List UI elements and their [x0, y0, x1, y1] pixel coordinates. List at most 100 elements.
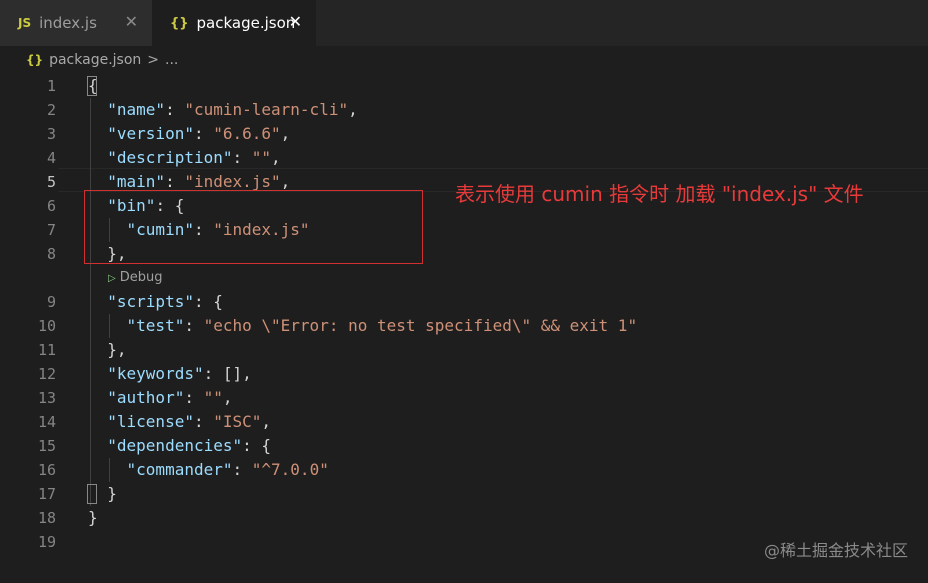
code-text: "commander": "^7.0.0" [88, 458, 329, 482]
javascript-file-icon: JS [18, 16, 32, 30]
json-punctuation [88, 292, 107, 311]
json-punctuation [88, 388, 107, 407]
json-key: "name" [107, 100, 166, 119]
json-punctuation: : [193, 412, 214, 431]
code-line: 1{ [0, 74, 928, 98]
json-punctuation: , [280, 124, 291, 143]
json-punctuation [88, 460, 127, 479]
code-text: "keywords": [], [88, 362, 252, 386]
json-punctuation [88, 148, 107, 167]
codelens-row: ▷ Debug [0, 266, 928, 290]
code-line: 12 "keywords": [], [0, 362, 928, 386]
json-punctuation: : { [193, 292, 223, 311]
json-key: "test" [126, 316, 185, 335]
json-punctuation: : { [242, 436, 272, 455]
json-punctuation: , [348, 100, 358, 119]
line-number: 19 [37, 533, 56, 551]
code-text: }, [88, 338, 126, 362]
json-punctuation: : [165, 172, 185, 191]
play-icon: ▷ [108, 273, 116, 284]
line-number: 12 [37, 365, 56, 383]
code-line: 3 "version": "6.6.6", [0, 122, 928, 146]
code-text: "license": "ISC", [88, 410, 271, 434]
json-punctuation: : [232, 148, 252, 167]
debug-codelens[interactable]: ▷ Debug [108, 266, 162, 291]
code-text: } [88, 482, 117, 506]
close-icon[interactable]: ✕ [289, 12, 302, 31]
line-number: 6 [46, 197, 56, 215]
tab-index-js[interactable]: JS index.js ✕ [0, 0, 152, 46]
json-key: "keywords" [107, 364, 204, 383]
code-line: 10 "test": "echo \"Error: no test specif… [0, 314, 928, 338]
line-number: 13 [37, 389, 56, 407]
annotation-text: 表示使用 cumin 指令时 加载 "index.js" 文件 [455, 182, 864, 206]
json-punctuation: : [165, 100, 185, 119]
line-number: 4 [46, 149, 56, 167]
code-line: 9 "scripts": { [0, 290, 928, 314]
line-number: 8 [46, 245, 56, 263]
json-key: "main" [107, 172, 166, 191]
json-punctuation [88, 364, 107, 383]
line-number: 2 [46, 101, 56, 119]
json-punctuation: , [261, 412, 272, 431]
json-key: "dependencies" [107, 436, 243, 455]
code-text: { [88, 74, 98, 98]
code-text: "dependencies": { [88, 434, 271, 458]
json-key: "license" [107, 412, 194, 431]
json-punctuation [88, 436, 107, 455]
json-string: "^7.0.0" [251, 460, 329, 479]
annotation-highlight-box [84, 190, 423, 264]
chevron-right-icon: > [147, 52, 160, 68]
json-punctuation: : [], [203, 364, 252, 383]
line-number: 9 [46, 293, 56, 311]
line-number: 16 [37, 461, 56, 479]
code-text: "author": "", [88, 386, 233, 410]
json-punctuation: , [222, 388, 233, 407]
code-line: 15 "dependencies": { [0, 434, 928, 458]
breadcrumb-file[interactable]: package.json [49, 52, 141, 68]
json-punctuation [88, 172, 107, 191]
code-text: "name": "cumin-learn-cli", [88, 98, 358, 122]
json-file-icon: {} [26, 53, 44, 67]
json-string: "index.js" [184, 172, 281, 191]
json-punctuation: : [232, 460, 252, 479]
json-punctuation: : [184, 316, 204, 335]
json-key: "scripts" [107, 292, 194, 311]
json-string: "" [251, 148, 272, 167]
json-punctuation: , [271, 148, 281, 167]
code-text: "description": "", [88, 146, 281, 170]
line-number: 17 [37, 485, 56, 503]
debug-label: Debug [119, 270, 163, 285]
line-number: 3 [46, 125, 56, 143]
line-number: 18 [37, 509, 56, 527]
json-punctuation: : [193, 124, 214, 143]
code-editor[interactable]: 1{2 "name": "cumin-learn-cli", 3 "version… [0, 74, 928, 583]
line-number: 5 [46, 173, 56, 191]
json-punctuation [88, 412, 107, 431]
json-string: "ISC" [213, 412, 262, 431]
breadcrumb: {} package.json > ... [0, 46, 928, 74]
tab-package-json[interactable]: {} package.json ✕ [152, 0, 316, 46]
json-punctuation [88, 316, 127, 335]
line-number: 10 [37, 317, 56, 335]
json-file-icon: {} [170, 15, 189, 31]
json-punctuation: } [88, 484, 117, 503]
code-line: 4 "description": "", [0, 146, 928, 170]
code-line: 11 }, [0, 338, 928, 362]
code-line: 14 "license": "ISC", [0, 410, 928, 434]
json-punctuation [88, 124, 107, 143]
json-punctuation: , [280, 172, 291, 191]
json-string: "" [203, 388, 223, 407]
code-line: 2 "name": "cumin-learn-cli", [0, 98, 928, 122]
breadcrumb-more[interactable]: ... [165, 52, 178, 68]
line-number: 15 [37, 437, 56, 455]
watermark: @稀土掘金技术社区 [763, 541, 908, 560]
line-number: 14 [37, 413, 56, 431]
code-text: "scripts": { [88, 290, 223, 314]
json-key: "version" [107, 124, 194, 143]
code-text: "version": "6.6.6", [88, 122, 290, 146]
json-string: "cumin-learn-cli" [184, 100, 349, 119]
close-icon[interactable]: ✕ [125, 12, 138, 31]
code-line: 17 } [0, 482, 928, 506]
json-string: "echo \"Error: no test specified\" && ex… [203, 316, 638, 335]
